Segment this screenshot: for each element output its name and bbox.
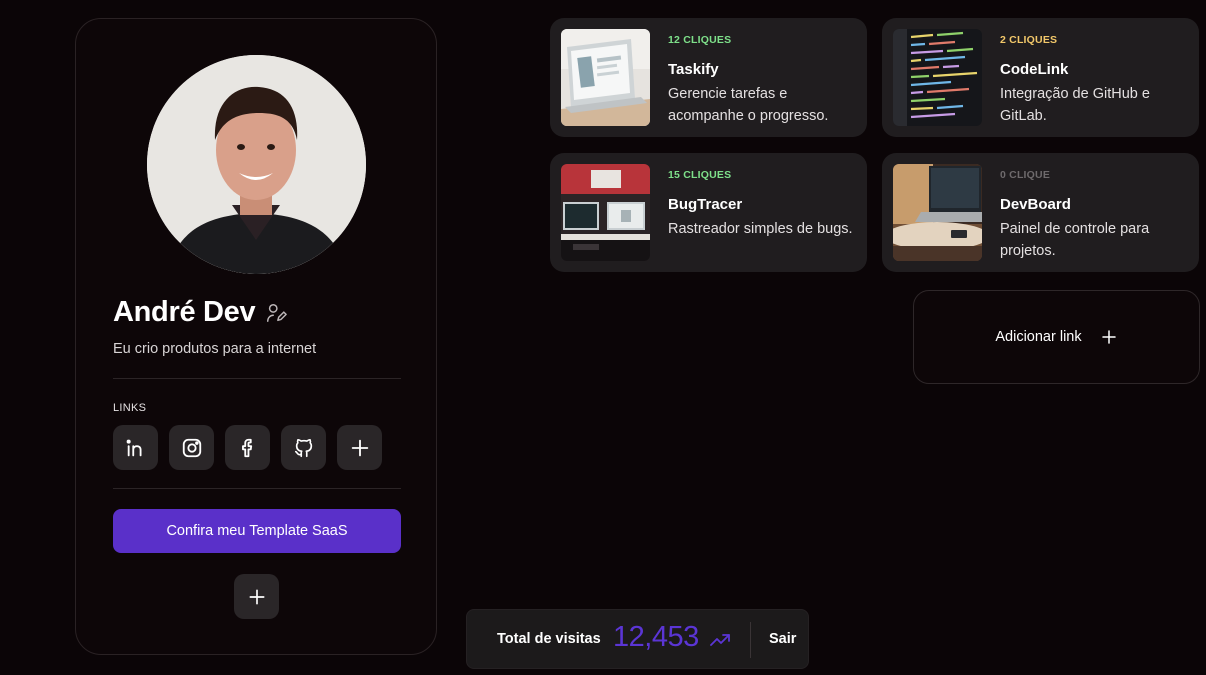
add-link-label: Adicionar link: [995, 329, 1082, 345]
click-count: 15 CLIQUES: [668, 169, 732, 181]
link-description: Painel de controle para projetos.: [1000, 221, 1150, 259]
name-row: André Dev: [113, 296, 288, 329]
avatar-image: [147, 55, 366, 274]
devboard-thumbnail: [893, 164, 982, 261]
github-button[interactable]: [281, 425, 326, 470]
plus-icon: [249, 589, 264, 604]
profile-bio: Eu crio produtos para a internet: [113, 341, 317, 357]
link-title: DevBoard: [1000, 196, 1071, 213]
link-description: Gerencie tarefas e acompanhe o progresso…: [668, 86, 829, 124]
avatar: [147, 55, 366, 274]
add-block-button[interactable]: [234, 574, 279, 619]
stats-bar: Total de visitas 12,453 Sair: [466, 609, 809, 669]
facebook-button[interactable]: [225, 425, 270, 470]
facebook-icon: [241, 438, 252, 457]
total-visits-value: 12,453: [613, 621, 699, 653]
link-card-devboard[interactable]: 0 CLIQUE DevBoard Painel de controle par…: [882, 153, 1199, 272]
divider: [113, 378, 401, 379]
link-title: CodeLink: [1000, 61, 1069, 78]
edit-profile-icon[interactable]: [265, 302, 288, 324]
trending-up-icon: [710, 634, 730, 646]
plus-icon: [351, 439, 368, 456]
add-social-button[interactable]: [337, 425, 382, 470]
link-description: Integração de GitHub e GitLab.: [1000, 86, 1150, 124]
divider: [113, 488, 401, 489]
links-label: LINKS: [113, 402, 147, 414]
github-icon: [294, 438, 312, 457]
profile-name: André Dev: [113, 296, 256, 328]
link-card-taskify[interactable]: 12 CLIQUES Taskify Gerencie tarefas e ac…: [550, 18, 867, 137]
link-card-codelink[interactable]: 2 CLIQUES CodeLink Integração de GitHub …: [882, 18, 1199, 137]
link-card-bugtracer[interactable]: 15 CLIQUES BugTracer Rastreador simples …: [550, 153, 867, 272]
add-link-button[interactable]: Adicionar link: [913, 290, 1200, 384]
instagram-button[interactable]: [169, 425, 214, 470]
link-title: BugTracer: [668, 196, 743, 213]
logout-button[interactable]: Sair: [769, 631, 796, 647]
click-count: 2 CLIQUES: [1000, 34, 1058, 46]
instagram-icon: [182, 438, 201, 457]
profile-card: André Dev Eu crio produtos para a intern…: [75, 18, 437, 655]
plus-icon: [1101, 330, 1116, 344]
social-links: [113, 425, 382, 470]
bugtracer-thumbnail: [561, 164, 650, 261]
linkedin-button[interactable]: [113, 425, 158, 470]
linkedin-icon: [126, 439, 141, 456]
dashboard-page: André Dev Eu crio produtos para a intern…: [0, 0, 1206, 675]
link-title: Taskify: [668, 61, 719, 78]
click-count: 0 CLIQUE: [1000, 169, 1051, 181]
codelink-thumbnail: [893, 29, 982, 126]
stats-divider: [750, 622, 751, 658]
link-description: Rastreador simples de bugs.: [668, 221, 853, 237]
template-saas-button[interactable]: Confira meu Template SaaS: [113, 509, 401, 553]
taskify-thumbnail: [561, 29, 650, 126]
click-count: 12 CLIQUES: [668, 34, 732, 46]
total-visits-label: Total de visitas: [497, 631, 601, 647]
